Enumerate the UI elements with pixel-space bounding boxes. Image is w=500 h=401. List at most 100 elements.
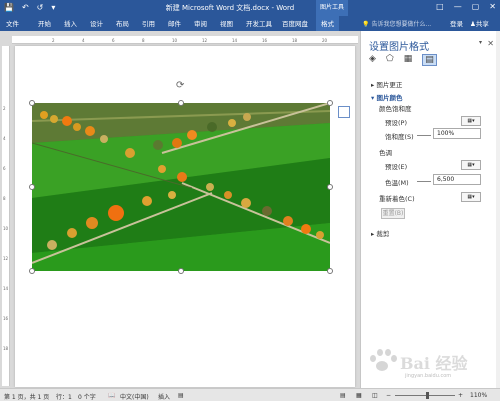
layout-properties-icon[interactable]: ▦: [404, 54, 413, 66]
tab-baidu-netdisk[interactable]: 百度网盘: [282, 18, 308, 28]
redo-icon[interactable]: ↺: [37, 3, 44, 12]
recolor-dropdown[interactable]: ▦▾: [461, 192, 481, 202]
resize-handle[interactable]: [178, 268, 184, 274]
paw-logo-icon: [368, 349, 397, 375]
line-number: 行：1: [56, 394, 72, 401]
resize-handle[interactable]: [29, 184, 35, 190]
fill-line-icon[interactable]: ◈: [369, 54, 376, 66]
tab-review[interactable]: 审阅: [194, 18, 207, 28]
horizontal-ruler[interactable]: 2 4 6 8 10 12 14 16 18 20: [12, 36, 358, 44]
resize-handle[interactable]: [29, 100, 35, 106]
vertical-ruler[interactable]: 2 4 6 8 10 12 14 16 18: [2, 46, 10, 386]
language[interactable]: 中文(中国): [120, 392, 149, 401]
web-layout-icon[interactable]: ◫: [372, 392, 378, 399]
section-picture-color[interactable]: ▾ 图片颜色: [371, 92, 403, 102]
zoom-slider[interactable]: [395, 395, 455, 396]
resize-handle[interactable]: [29, 268, 35, 274]
effects-icon[interactable]: ⬠: [386, 54, 394, 66]
tab-insert[interactable]: 插入: [64, 18, 77, 28]
saturation-label: 饱和度(S): [385, 133, 414, 141]
ribbon-display-icon[interactable]: □: [436, 2, 444, 11]
temperature-slider[interactable]: [417, 181, 431, 182]
sign-in-link[interactable]: 登录: [450, 18, 463, 28]
tab-developer[interactable]: 开发工具: [246, 18, 272, 28]
resize-handle[interactable]: [178, 100, 184, 106]
pane-title: 设置图片格式: [369, 42, 429, 53]
saturation-preset-dropdown[interactable]: ▦▾: [461, 116, 481, 126]
saturation-input[interactable]: 100%: [433, 128, 481, 139]
macro-icon[interactable]: ▤: [178, 392, 184, 399]
zoom-level[interactable]: 110%: [470, 392, 487, 399]
zoom-out-icon[interactable]: −: [386, 392, 391, 399]
insert-mode[interactable]: 插入: [158, 392, 170, 401]
maximize-icon[interactable]: ▢: [472, 2, 480, 11]
zoom-in-icon[interactable]: +: [458, 392, 463, 399]
save-icon[interactable]: 💾: [4, 3, 14, 12]
status-bar: 第 1 页，共 1 页 行：1 0 个字 📖 中文(中国) 插入 ▤ ▤ ▦ ◫…: [0, 388, 500, 401]
selected-picture[interactable]: [32, 103, 330, 271]
tab-references[interactable]: 引用: [142, 18, 155, 28]
watermark-subtext: jingyan.baidu.com: [405, 373, 452, 379]
tell-me-box[interactable]: 💡 告诉我您想要做什么...: [362, 19, 431, 28]
share-label: 共享: [475, 20, 489, 28]
ruler-tick: 4: [82, 38, 85, 43]
layout-options-icon[interactable]: [338, 106, 350, 118]
window-controls: □ — ▢ ✕: [436, 2, 496, 11]
title-bar: 💾 ↶ ↺ ▾ 新建 Microsoft Word 文档.docx - Word…: [0, 0, 500, 16]
ruler-tick: 14: [3, 286, 9, 291]
pane-options-icon[interactable]: ▾: [479, 39, 482, 46]
resize-handle[interactable]: [327, 100, 333, 106]
tab-format[interactable]: 格式: [316, 16, 339, 31]
pane-scrollbar[interactable]: [496, 31, 500, 388]
tone-group-label: 色调: [379, 149, 392, 157]
ruler-tick: 10: [3, 226, 9, 231]
tab-view[interactable]: 视图: [220, 18, 233, 28]
tell-me-text: 告诉我您想要做什么...: [371, 21, 432, 28]
resize-handle[interactable]: [327, 268, 333, 274]
picture-icon[interactable]: ▤: [422, 54, 437, 66]
ruler-tick: 6: [112, 38, 115, 43]
ruler-tick: 8: [3, 196, 6, 201]
format-picture-pane: 设置图片格式 ▾ ✕ ◈ ⬠ ▦ ▤ ▸ 图片更正 ▾ 图片颜色 颜色饱和度 预…: [360, 31, 500, 388]
recolor-label: 重新着色(C): [379, 195, 415, 203]
ruler-tick: 18: [292, 38, 298, 43]
spelling-icon[interactable]: 📖: [108, 392, 115, 399]
tab-file[interactable]: 文件: [6, 18, 19, 28]
saturation-preset-label: 预设(P): [385, 119, 407, 127]
section-crop[interactable]: ▸ 裁剪: [371, 228, 389, 238]
word-count[interactable]: 0 个字: [78, 392, 96, 401]
reset-button[interactable]: 重置(B): [381, 208, 405, 219]
temperature-input[interactable]: 6,500: [433, 174, 481, 185]
landscape-photo: [32, 103, 330, 271]
ruler-tick: 18: [3, 346, 9, 351]
page-count[interactable]: 第 1 页，共 1 页: [4, 392, 49, 401]
tab-layout[interactable]: 布局: [116, 18, 129, 28]
tone-preset-dropdown[interactable]: ▦▾: [461, 160, 481, 170]
tab-mailings[interactable]: 邮件: [168, 18, 181, 28]
ribbon-tabs: 文件 开始 插入 设计 布局 引用 邮件 审阅 视图 开发工具 百度网盘 格式 …: [0, 16, 500, 31]
customize-icon[interactable]: ▾: [51, 3, 55, 12]
saturation-slider[interactable]: [417, 135, 431, 136]
read-mode-icon[interactable]: ▤: [340, 392, 346, 399]
minimize-icon[interactable]: —: [454, 2, 462, 11]
quick-access-toolbar: 💾 ↶ ↺ ▾: [4, 3, 55, 12]
picture-tools-label: 图片工具: [316, 0, 348, 16]
ruler-tick: 20: [322, 38, 328, 43]
resize-handle[interactable]: [327, 184, 333, 190]
undo-icon[interactable]: ↶: [22, 3, 29, 12]
close-icon[interactable]: ✕: [489, 2, 496, 11]
rotate-handle-icon[interactable]: ⟳: [176, 81, 186, 91]
section-picture-correction[interactable]: ▸ 图片更正: [371, 79, 402, 89]
share-button[interactable]: ♟共享: [470, 18, 489, 28]
section-label: 图片颜色: [376, 94, 403, 102]
tone-preset-label: 预设(E): [385, 163, 408, 171]
close-pane-icon[interactable]: ✕: [487, 39, 494, 48]
saturation-group-label: 颜色饱和度: [379, 105, 412, 113]
ruler-tick: 2: [52, 38, 55, 43]
ruler-tick: 8: [142, 38, 145, 43]
tab-home[interactable]: 开始: [38, 18, 51, 28]
ruler-tick: 14: [232, 38, 238, 43]
zoom-slider-thumb[interactable]: [426, 392, 429, 399]
print-layout-icon[interactable]: ▦: [356, 392, 362, 399]
tab-design[interactable]: 设计: [90, 18, 103, 28]
